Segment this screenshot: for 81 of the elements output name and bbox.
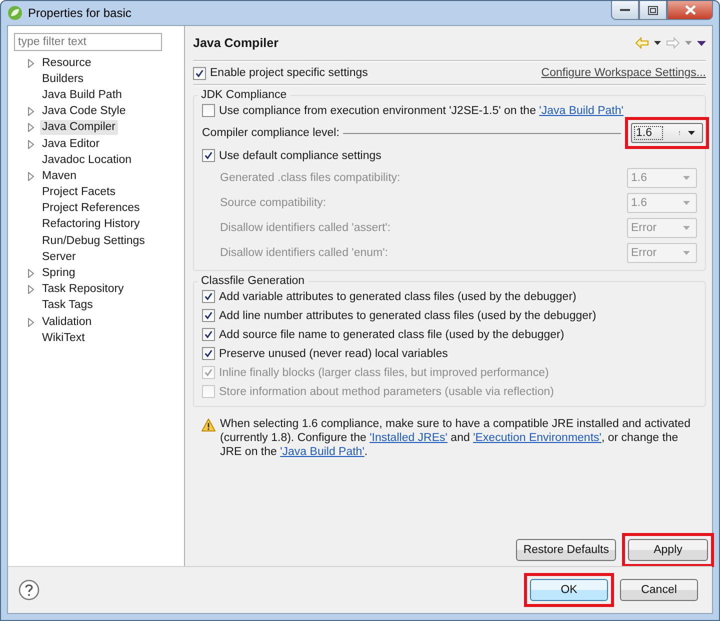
tree-item[interactable]: Java Editor	[40, 136, 102, 152]
dialog-button[interactable]: Cancel	[620, 579, 698, 601]
link[interactable]: 'Java Build Path'	[539, 104, 624, 116]
restore-icon	[648, 6, 658, 14]
tree-item[interactable]: Resource	[40, 56, 94, 71]
checkbox[interactable]	[202, 290, 215, 303]
tree-item[interactable]: Java Code Style	[40, 104, 128, 120]
field-label: Compiler compliance level:	[202, 127, 340, 139]
group-title: Classfile Generation	[200, 275, 306, 287]
tree-item[interactable]: Task Tags	[40, 298, 95, 314]
dropdown-arrow-icon[interactable]	[654, 41, 661, 45]
tree-item[interactable]: Spring	[40, 266, 78, 282]
checkbox-label: Use default compliance settings	[219, 150, 382, 162]
dialog-button[interactable]: OK	[530, 579, 608, 601]
close-icon	[684, 5, 696, 15]
tree-item[interactable]: Run/Debug Settings	[40, 234, 147, 249]
link[interactable]: 'Java Build Path'	[280, 446, 364, 458]
checkbox[interactable]	[202, 347, 215, 360]
group-title: JDK Compliance	[200, 89, 288, 101]
checkbox-label: Inline finally blocks (larger class files, but improved performance)	[219, 366, 549, 378]
page-title: Java Compiler	[193, 36, 278, 50]
caret-icon	[688, 131, 694, 135]
window-title: Properties for basic	[28, 6, 132, 20]
checkbox-label: Use compliance from execution environment 'J2SE-1.5' on the 'Java Build Path'	[219, 104, 624, 116]
checkbox[interactable]	[193, 66, 206, 80]
tree-item[interactable]: Javadoc Location	[40, 152, 134, 168]
checkbox-label: Store information about method parameters (usable via reflection)	[219, 386, 554, 398]
expand-arrow-icon[interactable]	[28, 140, 34, 149]
checkbox[interactable]	[202, 149, 215, 162]
caret-icon	[683, 176, 690, 180]
tree-item[interactable]: Server	[40, 250, 78, 265]
minimize-icon	[620, 8, 630, 12]
expand-arrow-icon[interactable]	[28, 123, 34, 132]
back-arrow-icon[interactable]	[635, 37, 649, 49]
checkbox-label: Add source file name to generated class file (used by the debugger)	[219, 328, 564, 340]
dialog-button[interactable]: Apply	[628, 539, 708, 561]
link[interactable]: 'Installed JREs'	[370, 432, 448, 444]
view-menu-icon[interactable]	[697, 40, 706, 46]
link[interactable]: 'Execution Environments'	[473, 432, 602, 444]
dialog-button[interactable]: Restore Defaults	[516, 539, 616, 561]
tree-item[interactable]: Validation	[40, 314, 94, 330]
checkbox-label: Enable project specific settings	[210, 67, 368, 79]
field-label: Disallow identifiers called 'assert':	[220, 222, 391, 234]
expand-arrow-icon[interactable]	[28, 318, 34, 327]
checkbox[interactable]	[202, 309, 215, 322]
checkbox[interactable]	[202, 104, 215, 117]
field-label: Generated .class files compatibility:	[220, 172, 400, 184]
field-label: Disallow identifiers called 'enum':	[220, 246, 388, 258]
expand-arrow-icon[interactable]	[28, 107, 34, 116]
leaf-logo-icon	[7, 5, 23, 21]
tree-item[interactable]: Builders	[40, 72, 86, 87]
maximize-button[interactable]	[639, 1, 667, 20]
tree-item[interactable]: Project References	[40, 201, 142, 216]
tree-item[interactable]: Project Facets	[40, 185, 118, 200]
expand-arrow-icon[interactable]	[28, 172, 34, 181]
minimize-button[interactable]	[611, 1, 639, 20]
tree-item[interactable]: Refactoring History	[40, 217, 142, 232]
forward-arrow-icon[interactable]	[666, 37, 680, 49]
caret-icon	[683, 226, 690, 230]
caret-icon	[683, 250, 690, 254]
checkbox-label: Add variable attributes to generated class files (used by the debugger)	[219, 290, 576, 302]
tree-item[interactable]: Java Build Path	[40, 88, 124, 103]
help-icon[interactable]	[18, 579, 40, 601]
tree-item[interactable]: Task Repository	[40, 282, 126, 298]
tree-item[interactable]: Maven	[40, 168, 79, 184]
checkbox-label: Add line number attributes to generated class files (used by the debugger)	[219, 310, 596, 322]
warning-icon	[201, 418, 216, 432]
expand-arrow-icon[interactable]	[28, 269, 34, 278]
tree-item[interactable]: Java Compiler	[40, 120, 118, 136]
filter-field[interactable]: type filter text	[14, 33, 162, 51]
close-button[interactable]	[667, 1, 713, 20]
expand-arrow-icon[interactable]	[28, 285, 34, 294]
caret-icon	[683, 200, 690, 204]
warning-message: When selecting 1.6 compliance, make sure to have a compatible JRE installed and activated (currently 1.8). Configure the 'Installed JREs' and 'Execution Environments', or change the JRE on the 'Java Build Path'.	[220, 417, 692, 459]
dropdown[interactable]: 1.6	[631, 123, 703, 143]
expand-arrow-icon[interactable]	[28, 58, 34, 68]
checkbox-label: Preserve unused (never read) local variables	[219, 348, 448, 360]
checkbox[interactable]	[202, 328, 215, 341]
tree-item[interactable]: WikiText	[40, 330, 87, 346]
field-label: Source compatibility:	[220, 196, 326, 208]
configure-link[interactable]: Configure Workspace Settings...	[541, 67, 706, 79]
